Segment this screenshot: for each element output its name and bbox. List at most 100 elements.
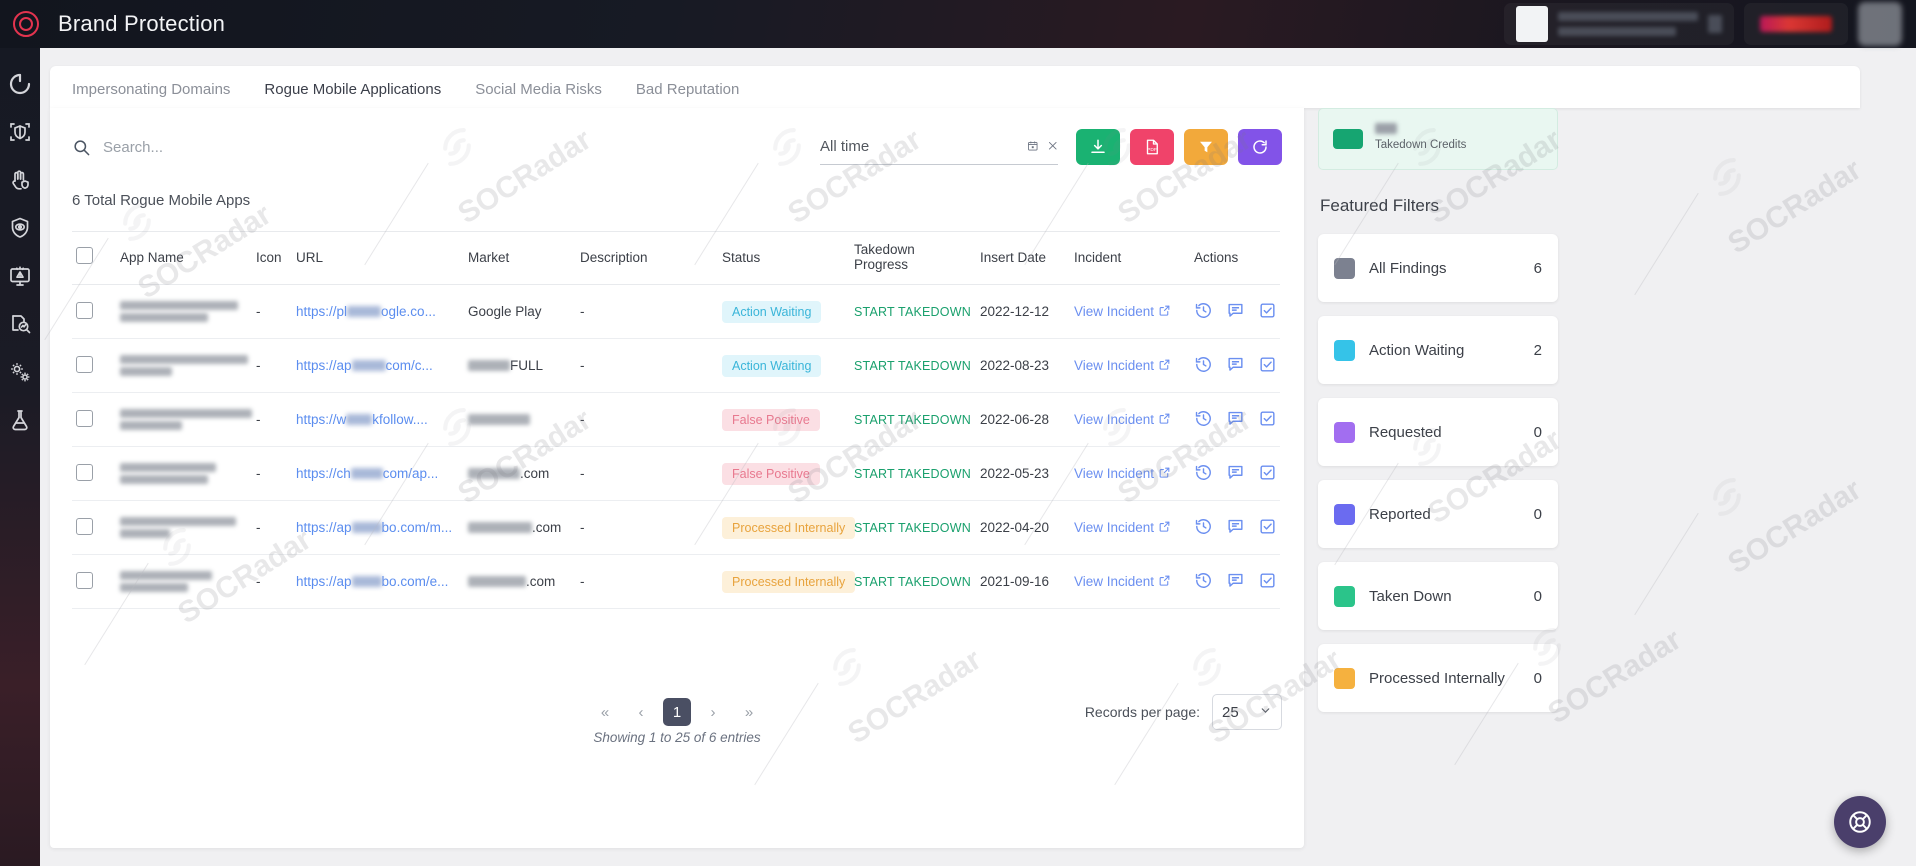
checkbox-check-icon[interactable] bbox=[1258, 463, 1277, 485]
filter-count: 0 bbox=[1533, 669, 1542, 687]
table-row[interactable]: - https://ch com/ap... .com - False Positive S… bbox=[72, 446, 1280, 501]
right-panel: Takedown Credits Featured Filters All Fi… bbox=[1318, 108, 1574, 726]
select-all-header bbox=[72, 231, 116, 285]
search-input[interactable] bbox=[103, 138, 523, 156]
cell-takedown-progress[interactable]: START TAKEDOWN bbox=[850, 284, 976, 339]
refresh-button[interactable] bbox=[1238, 129, 1282, 165]
sidebar-item-threat-hunting[interactable] bbox=[8, 312, 32, 336]
featured-filter-item[interactable]: Reported 0 bbox=[1318, 480, 1558, 548]
takedown-credits-card[interactable]: Takedown Credits bbox=[1318, 108, 1558, 170]
cell-takedown-progress[interactable]: START TAKEDOWN bbox=[850, 554, 976, 609]
checkbox-check-icon[interactable] bbox=[1258, 517, 1277, 539]
cell-url[interactable]: https://ap bo.com/e... bbox=[292, 554, 464, 609]
row-checkbox[interactable] bbox=[76, 571, 93, 589]
sidebar-item-brand-protection[interactable] bbox=[8, 168, 32, 192]
row-checkbox[interactable] bbox=[76, 517, 93, 535]
row-checkbox[interactable] bbox=[76, 355, 93, 373]
tab-bad-reputation[interactable]: Bad Reputation bbox=[636, 81, 739, 108]
checkbox-check-icon[interactable] bbox=[1258, 301, 1277, 323]
page-1-button[interactable]: 1 bbox=[663, 698, 691, 726]
row-select-cell bbox=[72, 446, 116, 501]
history-icon[interactable] bbox=[1194, 409, 1213, 431]
next-page-button[interactable]: › bbox=[699, 698, 727, 726]
comment-icon[interactable] bbox=[1226, 409, 1245, 431]
featured-filter-item[interactable]: Processed Internally 0 bbox=[1318, 644, 1558, 712]
comment-icon[interactable] bbox=[1226, 301, 1245, 323]
cell-incident[interactable]: View Incident bbox=[1070, 392, 1190, 447]
history-icon[interactable] bbox=[1194, 355, 1213, 377]
tab-impersonating-domains[interactable]: Impersonating Domains bbox=[72, 81, 230, 108]
cell-incident[interactable]: View Incident bbox=[1070, 554, 1190, 609]
cell-incident[interactable]: View Incident bbox=[1070, 284, 1190, 339]
export-button[interactable] bbox=[1076, 129, 1120, 165]
showing-entries-label: Showing 1 to 25 of 6 entries bbox=[593, 730, 761, 745]
row-checkbox[interactable] bbox=[76, 301, 93, 319]
cell-url[interactable]: https://ch com/ap... bbox=[292, 446, 464, 501]
sidebar-item-attack-surface[interactable] bbox=[8, 120, 32, 144]
date-range-input[interactable] bbox=[820, 138, 1019, 155]
featured-filter-item[interactable]: Action Waiting 2 bbox=[1318, 316, 1558, 384]
select-all-checkbox[interactable] bbox=[76, 247, 93, 264]
support-lifebuoy-icon[interactable] bbox=[1834, 796, 1886, 848]
view-incident-link: View Incident bbox=[1074, 304, 1171, 319]
socradar-ring-logo[interactable] bbox=[6, 11, 46, 37]
featured-filter-item[interactable]: All Findings 6 bbox=[1318, 234, 1558, 302]
cell-takedown-progress[interactable]: START TAKEDOWN bbox=[850, 392, 976, 447]
table-row[interactable]: - https://ap bo.com/m... .com - Processed Int… bbox=[72, 500, 1280, 555]
comment-icon[interactable] bbox=[1226, 355, 1245, 377]
cell-takedown-progress[interactable]: START TAKEDOWN bbox=[850, 500, 976, 555]
table-row[interactable]: - https://pl ogle.co... Google Play - Action … bbox=[72, 284, 1280, 339]
cell-incident[interactable]: View Incident bbox=[1070, 338, 1190, 393]
history-icon[interactable] bbox=[1194, 301, 1213, 323]
search-icon bbox=[72, 138, 91, 157]
history-icon[interactable] bbox=[1194, 463, 1213, 485]
table-row[interactable]: - https://ap bo.com/e... .com - Processed Int… bbox=[72, 554, 1280, 609]
date-range-picker[interactable] bbox=[820, 129, 1058, 165]
close-icon[interactable] bbox=[1047, 138, 1059, 155]
featured-filter-item[interactable]: Taken Down 0 bbox=[1318, 562, 1558, 630]
filter-button[interactable] bbox=[1184, 129, 1228, 165]
row-checkbox[interactable] bbox=[76, 409, 93, 427]
featured-filter-item[interactable]: Requested 0 bbox=[1318, 398, 1558, 466]
cell-incident[interactable]: View Incident bbox=[1070, 446, 1190, 501]
sidebar-item-dark-web-monitoring[interactable] bbox=[8, 216, 32, 240]
cell-url[interactable]: https://ap bo.com/m... bbox=[292, 500, 464, 555]
search-box[interactable] bbox=[72, 138, 820, 157]
cell-status: Action Waiting bbox=[718, 284, 850, 339]
cell-takedown-progress[interactable]: START TAKEDOWN bbox=[850, 338, 976, 393]
cell-url[interactable]: https://pl ogle.co... bbox=[292, 284, 464, 339]
records-per-page-select[interactable]: 25 bbox=[1212, 694, 1282, 730]
filter-count: 0 bbox=[1533, 423, 1542, 441]
cell-icon: - bbox=[252, 500, 292, 555]
prev-page-button[interactable]: ‹ bbox=[627, 698, 655, 726]
filter-label: Requested bbox=[1369, 423, 1442, 441]
comment-icon[interactable] bbox=[1226, 463, 1245, 485]
tenant-selector[interactable] bbox=[1504, 3, 1734, 45]
calendar-icon[interactable] bbox=[1027, 138, 1039, 155]
user-avatar[interactable] bbox=[1858, 2, 1902, 46]
cell-url[interactable]: https://w kfollow.... bbox=[292, 392, 464, 447]
pdf-export-button[interactable]: PDF bbox=[1130, 129, 1174, 165]
comment-icon[interactable] bbox=[1226, 571, 1245, 593]
row-checkbox[interactable] bbox=[76, 463, 93, 481]
table-row[interactable]: - https://ap com/c... FULL - Action Waiting ST… bbox=[72, 338, 1280, 393]
cell-takedown-progress[interactable]: START TAKEDOWN bbox=[850, 446, 976, 501]
first-page-button[interactable]: « bbox=[591, 698, 619, 726]
checkbox-check-icon[interactable] bbox=[1258, 571, 1277, 593]
comment-icon[interactable] bbox=[1226, 517, 1245, 539]
tab-social-media-risks[interactable]: Social Media Risks bbox=[475, 81, 602, 108]
checkbox-check-icon[interactable] bbox=[1258, 409, 1277, 431]
history-icon[interactable] bbox=[1194, 571, 1213, 593]
tab-rogue-mobile-applications[interactable]: Rogue Mobile Applications bbox=[264, 81, 441, 108]
history-icon[interactable] bbox=[1194, 517, 1213, 539]
cell-incident[interactable]: View Incident bbox=[1070, 500, 1190, 555]
sidebar-item-cyber-threat-intelligence[interactable] bbox=[8, 264, 32, 288]
sidebar-item-dashboard[interactable] bbox=[8, 72, 32, 96]
last-page-button[interactable]: » bbox=[735, 698, 763, 726]
sidebar-item-labs[interactable] bbox=[8, 408, 32, 432]
checkbox-check-icon[interactable] bbox=[1258, 355, 1277, 377]
table-row[interactable]: - https://w kfollow.... - False Positive STAR… bbox=[72, 392, 1280, 447]
sidebar-item-settings[interactable] bbox=[8, 360, 32, 384]
organization-badge[interactable] bbox=[1744, 3, 1848, 45]
cell-url[interactable]: https://ap com/c... bbox=[292, 338, 464, 393]
